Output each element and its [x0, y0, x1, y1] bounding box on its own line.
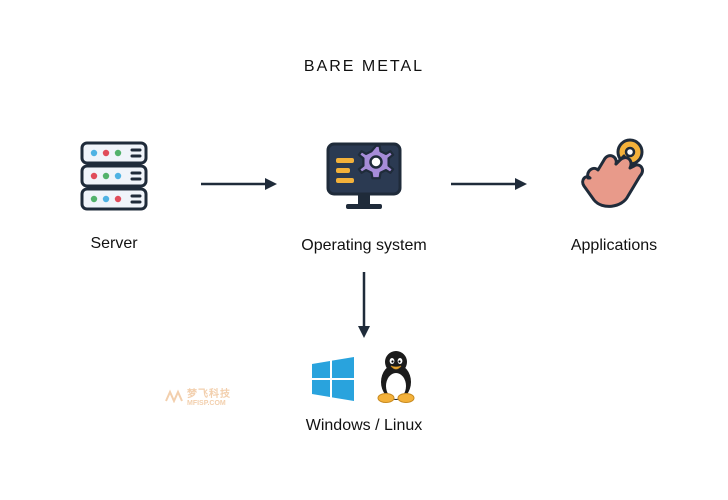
node-apps-label: Applications	[571, 237, 657, 255]
node-os-label: Operating system	[301, 237, 426, 255]
arrow-os-to-variants	[0, 270, 728, 340]
watermark-brand: 梦飞科技	[187, 389, 231, 400]
watermark: 梦飞科技 MFISP.COM	[165, 385, 231, 407]
monitor-settings-icon	[318, 130, 410, 227]
windows-icon	[308, 354, 358, 409]
server-icon	[70, 132, 158, 225]
node-os-variants-label: Windows / Linux	[306, 417, 423, 435]
watermark-logo-icon	[165, 389, 183, 403]
node-apps: Applications	[529, 130, 699, 255]
diagram-main-row: Server	[0, 130, 728, 255]
arrow-os-to-apps	[449, 174, 529, 194]
node-server-label: Server	[90, 235, 137, 253]
node-os: Operating system	[279, 130, 449, 255]
diagram-title: BARE METAL	[0, 58, 728, 76]
arrow-server-to-os	[199, 174, 279, 194]
linux-tux-icon	[372, 348, 420, 409]
node-os-variants: Windows / Linux	[0, 348, 728, 435]
watermark-sub: MFISP.COM	[187, 400, 231, 407]
node-server: Server	[29, 132, 199, 253]
touch-app-icon	[568, 130, 660, 227]
